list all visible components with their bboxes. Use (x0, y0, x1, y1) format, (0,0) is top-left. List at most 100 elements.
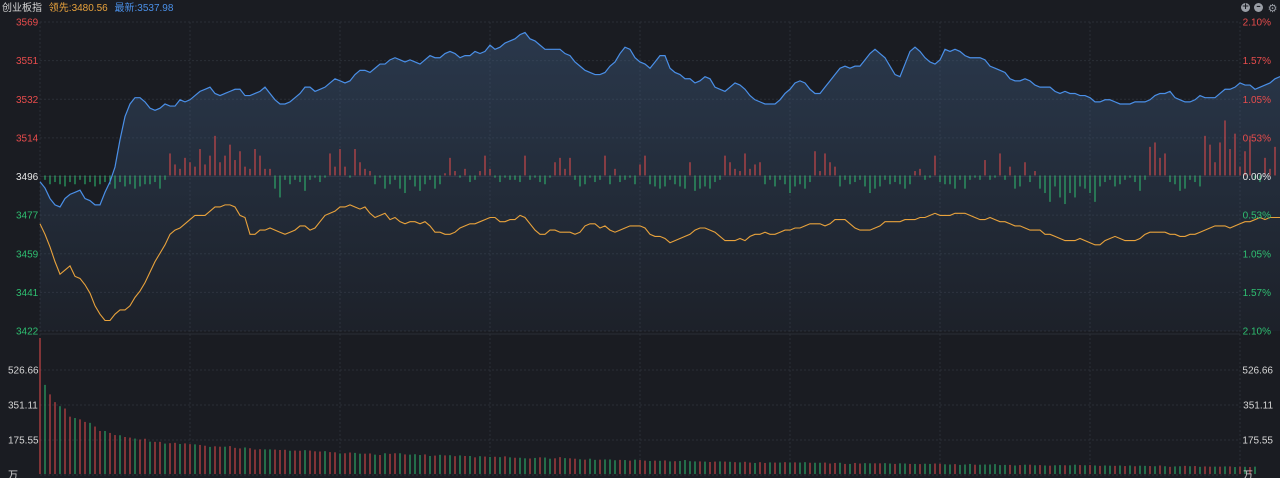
volume-bar (389, 453, 391, 474)
breadth-bar (894, 175, 896, 183)
volume-bar (89, 422, 91, 474)
breadth-bar (414, 175, 416, 187)
volume-bar (974, 464, 976, 474)
volume-bar (1104, 465, 1106, 474)
volume-axis-label-right: 526.66 (1242, 366, 1273, 377)
breadth-bar (544, 175, 546, 185)
percent-axis-label-right: 0.53% (1243, 211, 1271, 222)
breadth-bar (649, 175, 651, 185)
breadth-bar (314, 175, 316, 178)
volume-bar (199, 444, 201, 474)
percent-axis-label-right: 1.05% (1243, 95, 1271, 106)
breadth-bar (904, 175, 906, 189)
breadth-bar (644, 155, 646, 176)
breadth-bar (674, 175, 676, 185)
breadth-bar (594, 175, 596, 183)
volume-bar (144, 438, 146, 474)
volume-bar (459, 455, 461, 474)
volume-bar (1254, 466, 1256, 474)
volume-bar (1054, 465, 1056, 474)
breadth-bar (209, 155, 211, 176)
breadth-bar (264, 168, 266, 176)
breadth-bar (774, 175, 776, 187)
breadth-bar (1039, 175, 1041, 189)
volume-bar (379, 455, 381, 474)
volume-bar (499, 457, 501, 474)
volume-bar (699, 461, 701, 474)
breadth-bar (339, 149, 341, 176)
volume-bar (454, 456, 456, 474)
percent-axis-label-right: 0.00% (1243, 172, 1271, 183)
volume-bar (1089, 465, 1091, 474)
breadth-bar (444, 173, 446, 176)
volume-bar (114, 435, 116, 474)
volume-bar (234, 447, 236, 474)
breadth-bar (139, 175, 141, 187)
breadth-bar (229, 144, 231, 176)
breadth-bar (364, 168, 366, 176)
breadth-bar (979, 175, 981, 180)
breadth-bar (879, 175, 881, 187)
breadth-bar (1019, 175, 1021, 187)
volume-bar (999, 465, 1001, 474)
volume-bar (684, 460, 686, 474)
breadth-bar (349, 175, 351, 178)
volume-bar (1209, 466, 1211, 474)
volume-bar (709, 461, 711, 474)
breadth-bar (734, 168, 736, 176)
breadth-bar (709, 175, 711, 189)
breadth-bar (924, 175, 926, 180)
volume-bar (1154, 466, 1156, 474)
breadth-bar (724, 155, 726, 176)
volume-bar (849, 463, 851, 474)
volume-bar (939, 463, 941, 474)
volume-bar (1134, 466, 1136, 474)
breadth-bar (564, 168, 566, 176)
breadth-bar (279, 175, 281, 198)
breadth-bar (864, 175, 866, 187)
breadth-bar (914, 171, 916, 176)
breadth-bar (669, 175, 671, 180)
volume-bar (1179, 466, 1181, 474)
volume-bar (784, 462, 786, 474)
volume-bar (424, 454, 426, 474)
volume-bar (39, 338, 41, 474)
volume-bar (209, 446, 211, 474)
breadth-bar (614, 168, 616, 176)
volume-bar (544, 457, 546, 474)
price-axis-label-left: 3441 (16, 288, 39, 299)
breadth-bar (1219, 142, 1221, 176)
volume-bar (884, 463, 886, 474)
volume-bar (49, 394, 51, 474)
breadth-bar (1194, 175, 1196, 183)
volume-bar (1184, 465, 1186, 474)
volume-bar (159, 441, 161, 474)
breadth-bar (1109, 175, 1111, 180)
volume-bar (1074, 464, 1076, 474)
breadth-bar (1239, 166, 1241, 176)
breadth-bar (1139, 175, 1141, 191)
breadth-bar (124, 175, 126, 187)
volume-bar (679, 461, 681, 474)
intraday-chart: 3569 3551 3532 3514 3496 3477 3459 3441 3422 2.10… (8, 18, 1280, 478)
breadth-bar (949, 175, 951, 185)
volume-bar (429, 455, 431, 474)
volume-bar (269, 449, 271, 474)
price-axis-label-left: 3477 (16, 211, 39, 222)
breadth-bar (519, 175, 521, 183)
breadth-bar (74, 175, 76, 185)
volume-bar (124, 437, 126, 474)
volume-bar (579, 459, 581, 474)
volume-bar (919, 464, 921, 474)
breadth-bar (859, 175, 861, 180)
breadth-bar (1064, 175, 1066, 205)
volume-bar (934, 463, 936, 474)
breadth-bar (154, 175, 156, 183)
breadth-bar (359, 162, 361, 176)
volume-bar (289, 450, 291, 474)
breadth-bar (69, 175, 71, 183)
volume-bar (894, 463, 896, 474)
volume-bar (74, 418, 76, 474)
breadth-bar (549, 175, 551, 178)
volume-bar (264, 449, 266, 474)
